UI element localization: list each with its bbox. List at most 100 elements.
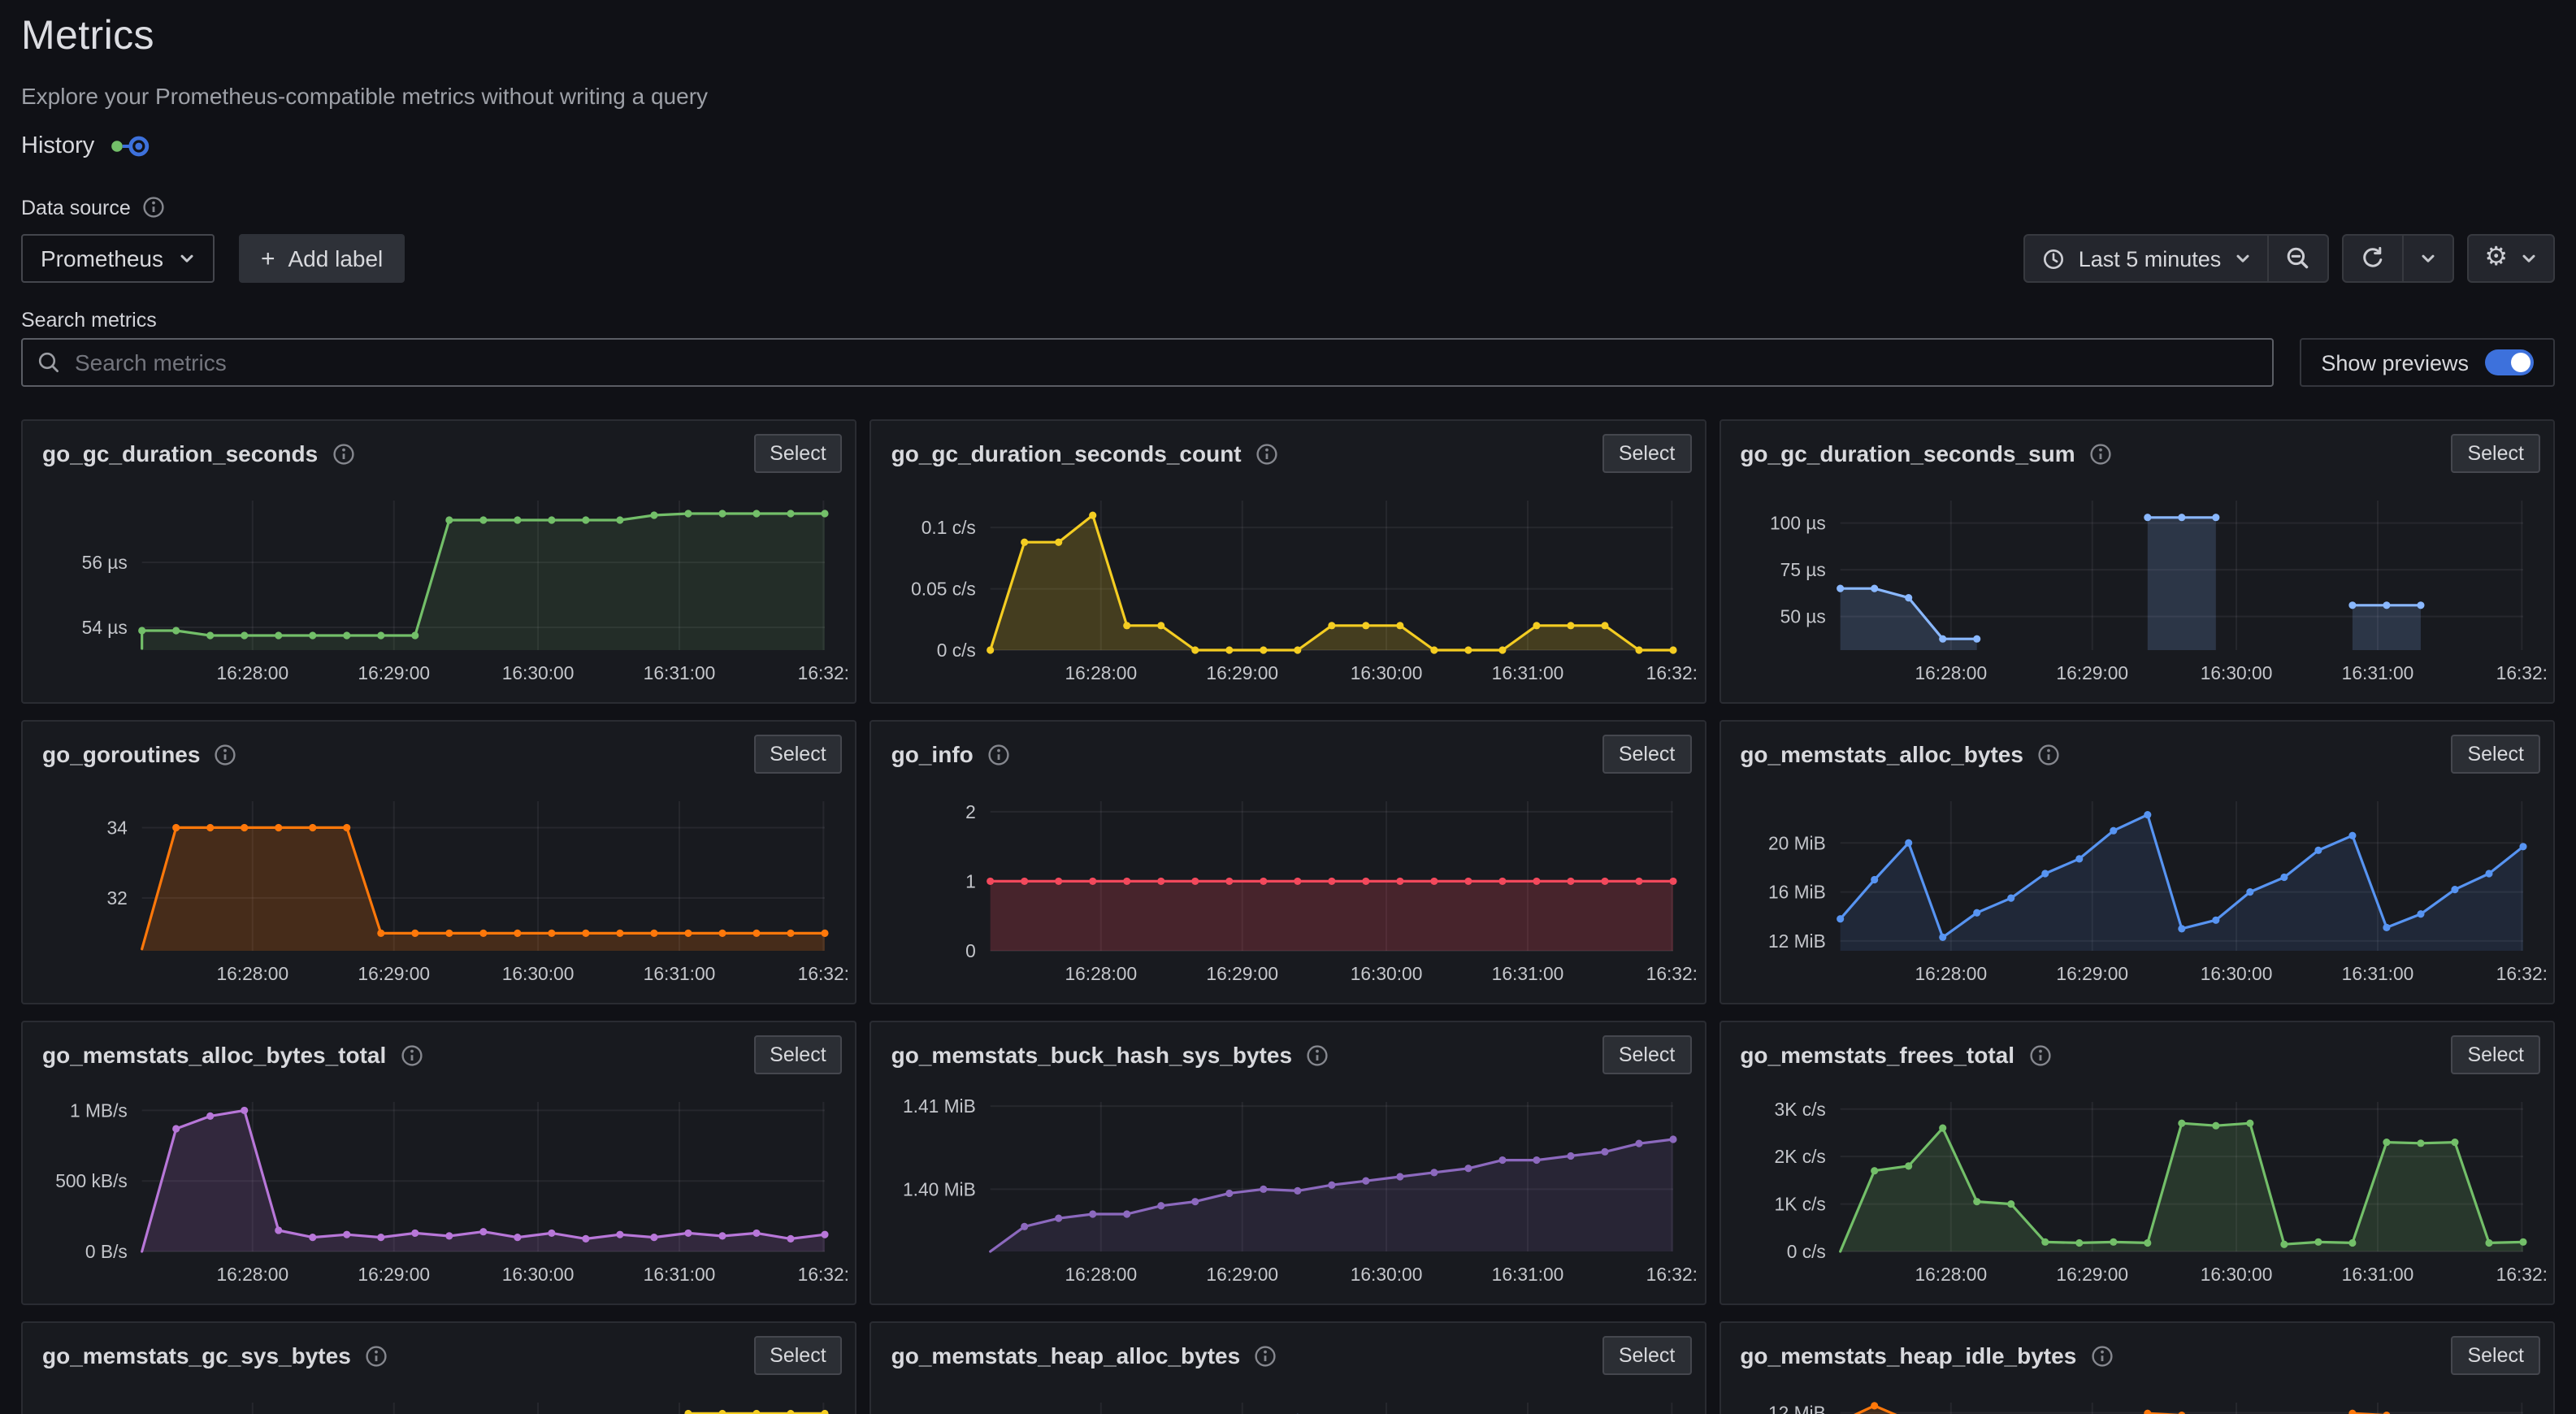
svg-text:16:32:: 16:32:: [1646, 662, 1698, 683]
info-icon[interactable]: [142, 195, 167, 219]
metric-preview-chart[interactable]: 16:28:0016:29:0016:30:0016:31:0016:32:21…: [872, 774, 1705, 1004]
metric-preview-chart[interactable]: 16:28:0016:29:0016:30:0016:31:0016:32:1.…: [872, 1074, 1705, 1305]
metric-preview-chart[interactable]: 16:28:0016:29:0016:30:0016:31:0016:32:3.…: [23, 1375, 856, 1414]
search-icon: [37, 351, 60, 374]
metric-panel: go_memstats_buck_hash_sys_bytes Select 1…: [870, 1021, 1706, 1305]
info-icon[interactable]: [2089, 1343, 2114, 1368]
svg-text:16:28:00: 16:28:00: [1065, 963, 1138, 984]
svg-text:16:31:00: 16:31:00: [644, 963, 716, 984]
settings-button[interactable]: ⚙: [2468, 236, 2553, 281]
svg-text:0.1 c/s: 0.1 c/s: [922, 517, 976, 538]
plus-icon: +: [261, 246, 275, 271]
toggle-knob: [2511, 353, 2530, 372]
svg-text:0 c/s: 0 c/s: [937, 640, 976, 661]
svg-text:1 MB/s: 1 MB/s: [70, 1100, 128, 1121]
svg-text:16:29:00: 16:29:00: [2056, 963, 2128, 984]
svg-text:1: 1: [966, 870, 977, 891]
panel-title: go_gc_duration_seconds: [42, 440, 318, 466]
select-button[interactable]: Select: [1602, 1035, 1692, 1074]
metric-preview-chart[interactable]: 16:28:0016:29:0016:30:0016:31:0016:32:0.…: [872, 473, 1705, 704]
refresh-group: [2341, 234, 2453, 283]
metric-preview-chart[interactable]: 16:28:0016:29:0016:30:0016:31:0016:32:20…: [1720, 774, 2553, 1004]
time-picker-group: Last 5 minutes: [2023, 234, 2329, 283]
metric-preview-chart[interactable]: 16:28:0016:29:0016:30:0016:31:0016:32:34…: [23, 774, 856, 1004]
zoom-out-icon: [2284, 245, 2310, 271]
svg-text:16:28:00: 16:28:00: [1065, 662, 1138, 683]
select-button[interactable]: Select: [2451, 434, 2540, 473]
metric-preview-chart[interactable]: 16:28:0016:29:0016:30:0016:31:0016:32:1 …: [23, 1074, 856, 1305]
refresh-icon: [2359, 245, 2385, 271]
svg-text:3K c/s: 3K c/s: [1774, 1099, 1825, 1120]
metric-preview-chart[interactable]: 16:28:0016:29:0016:30:0016:31:0016:32:12…: [1720, 1375, 2553, 1414]
svg-text:16:30:00: 16:30:00: [1351, 662, 1423, 683]
svg-text:16:31:00: 16:31:00: [644, 1264, 716, 1285]
svg-text:34: 34: [106, 817, 128, 838]
svg-text:16:29:00: 16:29:00: [1207, 1264, 1279, 1285]
panel-title: go_memstats_frees_total: [1740, 1042, 2014, 1068]
info-icon[interactable]: [2036, 742, 2061, 766]
info-icon[interactable]: [2027, 1043, 2052, 1067]
page-title: Metrics: [21, 13, 2555, 60]
show-previews-control[interactable]: Show previews: [2300, 338, 2555, 387]
svg-text:56 µs: 56 µs: [82, 552, 128, 573]
panel-header: go_goroutines Select: [23, 722, 856, 774]
zoom-out-button[interactable]: [2268, 236, 2327, 281]
clock-icon: [2041, 246, 2066, 271]
info-icon[interactable]: [364, 1343, 388, 1368]
select-button[interactable]: Select: [1602, 1336, 1692, 1375]
metric-panel: go_memstats_alloc_bytes_total Select 16:…: [21, 1021, 857, 1305]
metric-preview-chart[interactable]: 16:28:0016:29:0016:30:0016:31:0016:32:3K…: [1720, 1074, 2553, 1305]
svg-text:16:30:00: 16:30:00: [2200, 662, 2272, 683]
select-button[interactable]: Select: [753, 735, 843, 774]
info-icon[interactable]: [399, 1043, 423, 1067]
info-icon[interactable]: [1305, 1043, 1329, 1067]
info-icon[interactable]: [331, 441, 355, 466]
metric-preview-chart[interactable]: 16:28:0016:29:0016:30:0016:31:0016:32:10…: [1720, 473, 2553, 704]
metric-preview-chart[interactable]: 16:28:0016:29:0016:30:0016:31:0016:32:56…: [23, 473, 856, 704]
search-input-wrapper: [21, 338, 2274, 387]
info-icon[interactable]: [1255, 441, 1279, 466]
info-icon[interactable]: [2088, 441, 2113, 466]
refresh-button[interactable]: [2343, 236, 2401, 281]
history-label: History: [21, 133, 94, 159]
metric-panel: go_memstats_alloc_bytes Select 16:28:001…: [1719, 720, 2555, 1004]
select-button[interactable]: Select: [2451, 1035, 2540, 1074]
search-metrics-label: Search metrics: [21, 309, 2555, 332]
svg-text:0: 0: [966, 940, 977, 961]
svg-text:16:28:00: 16:28:00: [216, 963, 288, 984]
add-label-button[interactable]: + Add label: [240, 234, 404, 283]
metric-panels-grid: go_gc_duration_seconds Select 16:28:0016…: [21, 419, 2555, 1414]
history-toggle[interactable]: History: [21, 133, 151, 159]
svg-text:16:29:00: 16:29:00: [358, 963, 430, 984]
panel-title: go_memstats_alloc_bytes: [1740, 741, 2023, 767]
metric-preview-chart[interactable]: 16:28:0016:29:0016:30:0016:31:0016:32:20…: [872, 1375, 1705, 1414]
show-previews-toggle[interactable]: [2485, 349, 2534, 375]
refresh-interval-button[interactable]: [2403, 236, 2452, 281]
svg-text:16:31:00: 16:31:00: [1492, 1264, 1564, 1285]
svg-text:1.41 MiB: 1.41 MiB: [904, 1095, 977, 1117]
svg-text:16:31:00: 16:31:00: [2341, 963, 2413, 984]
svg-text:16:28:00: 16:28:00: [1915, 1264, 1987, 1285]
select-button[interactable]: Select: [1602, 434, 1692, 473]
svg-text:16:29:00: 16:29:00: [1207, 662, 1279, 683]
select-button[interactable]: Select: [753, 434, 843, 473]
time-range-label: Last 5 minutes: [2079, 246, 2222, 271]
panel-header: go_memstats_heap_idle_bytes Select: [1720, 1323, 2553, 1375]
svg-text:16:32:: 16:32:: [2496, 1264, 2547, 1285]
select-button[interactable]: Select: [2451, 735, 2540, 774]
svg-text:16:32:: 16:32:: [2496, 662, 2547, 683]
svg-text:16:28:00: 16:28:00: [1065, 1264, 1138, 1285]
info-icon[interactable]: [213, 742, 237, 766]
info-icon[interactable]: [987, 742, 1011, 766]
time-range-button[interactable]: Last 5 minutes: [2025, 236, 2267, 281]
datasource-picker[interactable]: Prometheus: [21, 234, 215, 283]
select-button[interactable]: Select: [2451, 1336, 2540, 1375]
select-button[interactable]: Select: [1602, 735, 1692, 774]
metric-panel: go_gc_duration_seconds_count Select 16:2…: [870, 419, 1706, 704]
panel-title: go_gc_duration_seconds_sum: [1740, 440, 2075, 466]
datasource-value: Prometheus: [41, 245, 163, 271]
search-input[interactable]: [72, 348, 2257, 377]
select-button[interactable]: Select: [753, 1336, 843, 1375]
info-icon[interactable]: [1253, 1343, 1277, 1368]
select-button[interactable]: Select: [753, 1035, 843, 1074]
